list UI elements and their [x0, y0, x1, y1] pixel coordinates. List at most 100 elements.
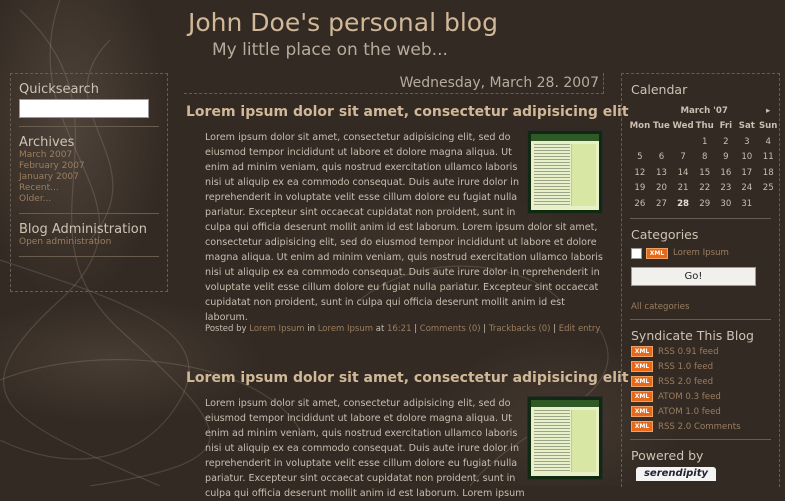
calendar-week: 5 6 7 8 9 10 11 — [629, 150, 779, 166]
entry-title[interactable]: Lorem ipsum dolor sit amet, consectetur … — [186, 370, 629, 386]
xml-feed-icon[interactable]: XML — [646, 247, 668, 259]
calendar-day[interactable]: 5 — [629, 150, 651, 166]
divider — [630, 217, 771, 219]
archives-block: Archives March 2007 February 2007 Januar… — [19, 135, 159, 214]
calendar-day[interactable]: 3 — [736, 134, 757, 150]
archive-link-february-2007[interactable]: February 2007 — [19, 161, 159, 172]
powered-by-heading: Powered by — [631, 447, 704, 463]
archive-link-older[interactable]: Older... — [19, 194, 159, 205]
calendar-day[interactable]: 4 — [757, 134, 779, 150]
author-link[interactable]: Lorem Ipsum — [249, 324, 304, 334]
permalink-time[interactable]: 16:21 — [387, 324, 412, 334]
calendar-day[interactable]: 12 — [629, 165, 651, 181]
calendar-day[interactable]: 26 — [629, 196, 651, 212]
category-checkbox[interactable] — [631, 247, 642, 259]
calendar-day — [629, 134, 651, 150]
calendar-day[interactable]: 21 — [672, 181, 694, 197]
entry-title[interactable]: Lorem ipsum dolor sit amet, consectetur … — [186, 104, 629, 120]
serendipity-logo[interactable]: serendipity — [636, 466, 716, 481]
all-categories-link[interactable]: All categories — [631, 302, 689, 312]
calendar-week: 12 13 14 15 16 17 18 — [629, 165, 779, 181]
calendar-day[interactable]: 8 — [694, 150, 715, 166]
left-sidebar: Quicksearch Archives March 2007 February… — [10, 73, 168, 292]
calendar-day[interactable]: 28 — [672, 196, 694, 212]
calendar-day — [672, 134, 694, 150]
calendar-days: 1 2 3 4 5 6 7 8 9 10 11 12 13 14 15 16 17 18 19 20 21 22 23 24 2… — [629, 134, 779, 212]
divider — [19, 256, 159, 257]
feed-link[interactable]: ATOM 0.3 feed — [658, 392, 721, 402]
feed-list: XML RSS 0.91 feed XML RSS 1.0 feed XML RSS 2.… — [622, 346, 779, 433]
posted-by-label: Posted by — [205, 324, 247, 334]
calendar-day[interactable]: 1 — [694, 134, 715, 150]
calendar-weekday: Fri — [719, 121, 733, 132]
xml-feed-icon[interactable]: XML — [631, 346, 653, 357]
in-label: in — [307, 324, 316, 334]
calendar-day[interactable]: 29 — [694, 196, 715, 212]
calendar-day[interactable]: 22 — [694, 181, 715, 197]
calendar-day[interactable]: 7 — [672, 150, 694, 166]
calendar-day[interactable]: 24 — [736, 181, 757, 197]
feed-link[interactable]: ATOM 1.0 feed — [658, 407, 721, 417]
calendar-weekday: Mon — [629, 121, 651, 132]
category-link[interactable]: Lorem Ipsum — [318, 324, 373, 334]
calendar-day[interactable]: 10 — [736, 150, 757, 166]
at-label: at — [375, 324, 385, 334]
calendar-weekday: Thu — [695, 121, 714, 132]
go-button[interactable]: Go! — [631, 266, 756, 286]
calendar-day[interactable]: 30 — [715, 196, 736, 212]
calendar-day[interactable]: 6 — [651, 150, 672, 166]
calendar-next-button[interactable]: ▸ — [757, 103, 779, 119]
xml-feed-icon[interactable]: XML — [631, 406, 653, 417]
calendar-week: 26 27 28 29 30 31 — [629, 196, 779, 212]
calendar-day[interactable]: 25 — [757, 181, 779, 197]
feed-link[interactable]: RSS 1.0 feed — [658, 362, 713, 372]
feed-row: XML RSS 1.0 feed — [631, 361, 779, 373]
calendar-day[interactable]: 31 — [736, 196, 757, 212]
quicksearch-input[interactable] — [19, 99, 149, 118]
archive-link-march-2007[interactable]: March 2007 — [19, 150, 159, 161]
calendar-day[interactable]: 16 — [715, 165, 736, 181]
calendar-day[interactable]: 17 — [736, 165, 757, 181]
feed-link[interactable]: RSS 2.0 feed — [658, 377, 713, 387]
calendar-day[interactable]: 14 — [672, 165, 694, 181]
category-link[interactable]: Lorem Ipsum — [673, 248, 729, 258]
feed-row: XML RSS 2.0 feed — [631, 376, 779, 388]
calendar-day[interactable]: 11 — [757, 150, 779, 166]
entry-body: Lorem ipsum dolor sit amet, consectetur … — [205, 396, 603, 501]
entry-thumbnail[interactable] — [527, 396, 603, 480]
calendar-day[interactable]: 13 — [651, 165, 672, 181]
calendar-weekday: Sun — [758, 121, 778, 132]
blog-title[interactable]: John Doe's personal blog — [188, 8, 498, 37]
feed-link[interactable]: RSS 2.0 Comments — [658, 422, 741, 432]
calendar: March '07 ▸ Mon Tue Wed Thu Fri Sat Sun 123456… — [629, 103, 779, 212]
xml-feed-icon[interactable]: XML — [631, 361, 653, 372]
xml-feed-icon[interactable]: XML — [631, 421, 653, 432]
divider — [19, 213, 159, 214]
xml-feed-icon[interactable]: XML — [631, 376, 653, 387]
quicksearch-block: Quicksearch — [19, 82, 159, 127]
archive-link-recent[interactable]: Recent... — [19, 183, 159, 194]
admin-block: Blog Administration Open administration — [19, 222, 159, 257]
comments-link[interactable]: Comments (0) — [420, 324, 481, 334]
edit-entry-link[interactable]: Edit entry — [559, 324, 601, 334]
feed-row: XML RSS 0.91 feed — [631, 346, 779, 358]
calendar-day[interactable]: 2 — [715, 134, 736, 150]
calendar-day[interactable]: 15 — [694, 165, 715, 181]
entry-body: Lorem ipsum dolor sit amet, consectetur … — [205, 130, 603, 325]
separator: | — [414, 324, 418, 334]
calendar-day[interactable]: 19 — [629, 181, 651, 197]
divider — [630, 438, 771, 440]
calendar-month: March '07 — [680, 105, 728, 116]
calendar-day[interactable]: 27 — [651, 196, 672, 212]
trackbacks-link[interactable]: Trackbacks (0) — [489, 324, 551, 334]
feed-row: XML RSS 2.0 Comments — [631, 421, 779, 433]
xml-feed-icon[interactable]: XML — [631, 391, 653, 402]
open-administration-link[interactable]: Open administration — [19, 237, 159, 248]
archive-link-january-2007[interactable]: January 2007 — [19, 172, 159, 183]
calendar-day[interactable]: 9 — [715, 150, 736, 166]
feed-link[interactable]: RSS 0.91 feed — [658, 347, 719, 357]
entry-thumbnail[interactable] — [527, 130, 603, 214]
calendar-day[interactable]: 20 — [651, 181, 672, 197]
calendar-day[interactable]: 18 — [757, 165, 779, 181]
calendar-day[interactable]: 23 — [715, 181, 736, 197]
